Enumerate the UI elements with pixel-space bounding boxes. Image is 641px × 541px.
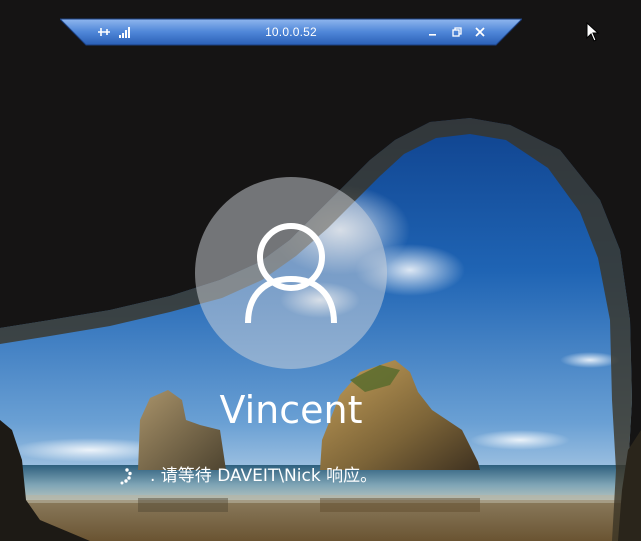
connection-quality-icon xyxy=(117,24,133,40)
user-avatar-icon xyxy=(245,223,337,324)
restore-button[interactable] xyxy=(448,23,466,41)
loading-spinner-icon xyxy=(120,468,132,485)
close-icon xyxy=(475,27,485,37)
remote-host-address: 10.0.0.52 xyxy=(265,25,317,39)
minimize-button[interactable] xyxy=(424,23,442,41)
close-button[interactable] xyxy=(471,23,489,41)
remote-desktop-connection-bar: 10.0.0.52 xyxy=(60,18,522,46)
restore-icon xyxy=(452,27,462,37)
user-name: Vincent xyxy=(219,388,363,432)
pin-icon[interactable] xyxy=(96,24,112,40)
user-avatar xyxy=(195,177,387,369)
status-message: . 请等待 DAVEIT\Nick 响应。 xyxy=(150,466,378,486)
sign-in-status: . 请等待 DAVEIT\Nick 响应。 xyxy=(110,462,480,490)
minimize-icon xyxy=(429,34,436,36)
mouse-cursor-icon xyxy=(586,22,600,42)
